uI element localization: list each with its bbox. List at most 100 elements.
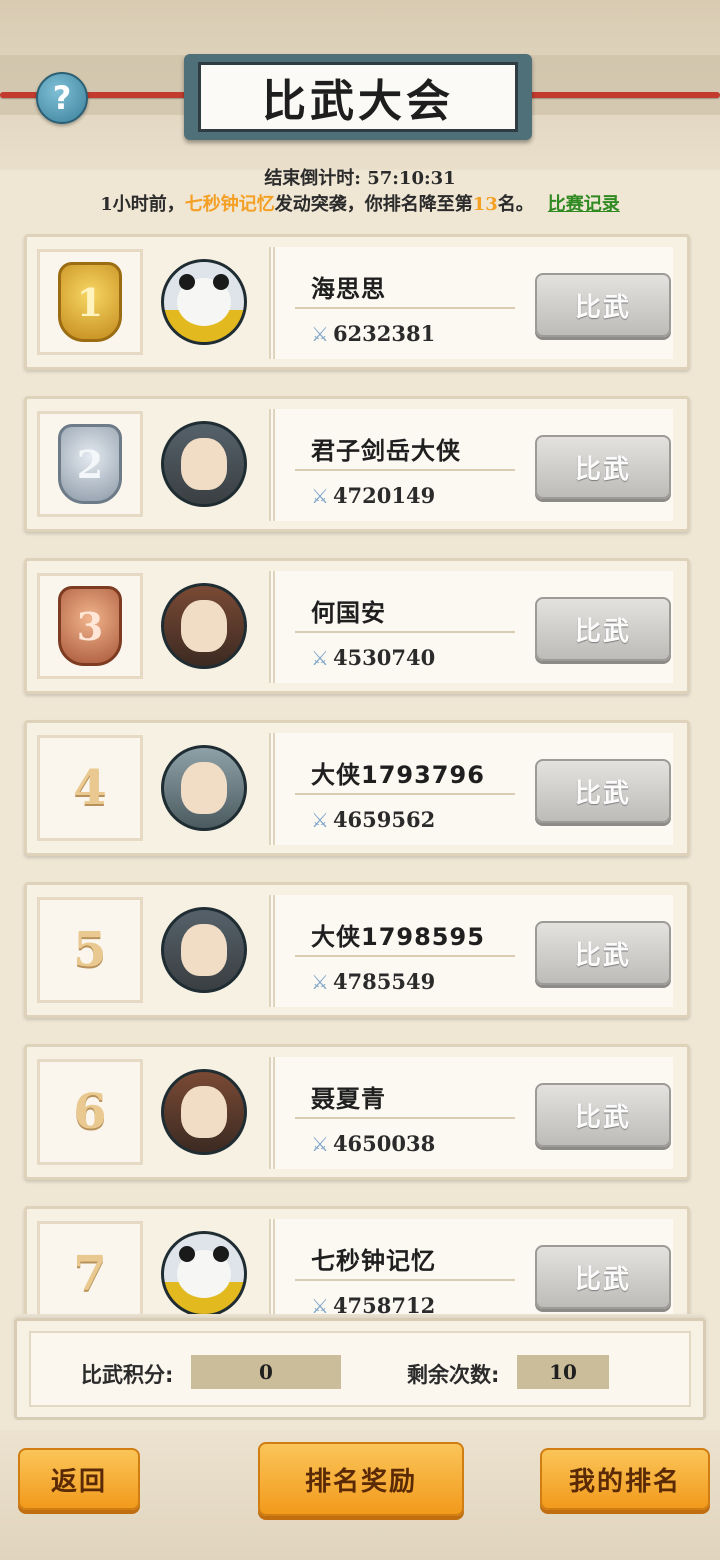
- player-info-panel: 海思思 ⚔ 6232381 比武: [269, 247, 673, 359]
- my-rank-button[interactable]: 我的排名: [540, 1448, 710, 1510]
- match-record-link[interactable]: 比赛记录: [548, 194, 620, 215]
- crossed-swords-icon: ⚔: [311, 807, 329, 832]
- crossed-swords-icon: ⚔: [311, 321, 329, 346]
- avatar[interactable]: [161, 1069, 247, 1155]
- combat-power-value: 4720149: [332, 483, 436, 508]
- combat-power-value: 4650038: [332, 1131, 436, 1156]
- notice-attacker: 七秒钟记忆: [184, 194, 275, 215]
- crossed-swords-icon: ⚔: [311, 645, 329, 670]
- duel-button[interactable]: 比武: [535, 435, 671, 499]
- rank-number: 7: [73, 1246, 107, 1302]
- player-card: 2 君子剑岳大侠 ⚔ 4720149 比武: [24, 396, 690, 532]
- combat-power: ⚔ 4650038: [311, 1131, 435, 1156]
- combat-power-value: 4758712: [332, 1293, 436, 1314]
- player-name: 七秒钟记忆: [311, 1247, 436, 1275]
- panda-portrait-icon: [177, 1246, 231, 1298]
- rank-badge: 3: [37, 573, 143, 679]
- scholar-portrait-icon: [181, 438, 227, 490]
- player-name: 何国安: [311, 599, 386, 627]
- rank-badge: 7: [37, 1221, 143, 1314]
- duel-button[interactable]: 比武: [535, 1083, 671, 1147]
- combat-power: ⚔ 6232381: [311, 321, 435, 346]
- player-info-panel: 大侠1793796 ⚔ 4659562 比武: [269, 733, 673, 845]
- scholar-portrait-icon: [181, 924, 227, 976]
- crossed-swords-icon: ⚔: [311, 969, 329, 994]
- countdown-text: 结束倒计时: 57:10:31: [264, 168, 456, 189]
- combat-power-value: 6232381: [332, 321, 436, 346]
- player-info-panel: 大侠1798595 ⚔ 4785549 比武: [269, 895, 673, 1007]
- ranking-list[interactable]: 1 海思思 ⚔ 6232381 比武 2 君子剑岳大侠 ⚔ 4720149 比武 3 何国安 ⚔ 4530…: [0, 232, 720, 1314]
- duel-button[interactable]: 比武: [535, 273, 671, 337]
- combat-power: ⚔ 4758712: [311, 1293, 435, 1314]
- duel-button[interactable]: 比武: [535, 921, 671, 985]
- panda-ear-icon: [213, 274, 229, 290]
- combat-power: ⚔ 4785549: [311, 969, 435, 994]
- avatar[interactable]: [161, 259, 247, 345]
- gold-medal-icon: 1: [58, 262, 122, 342]
- remaining-label: 剩余次数:: [407, 1363, 500, 1387]
- rope-left: [0, 92, 200, 98]
- help-button[interactable]: ?: [36, 72, 88, 124]
- combat-power: ⚔ 4530740: [311, 645, 435, 670]
- rank-number: 6: [73, 1084, 107, 1140]
- title-plate: 比武大会: [184, 54, 532, 140]
- combat-power-value: 4785549: [332, 969, 436, 994]
- rank-badge: 5: [37, 897, 143, 1003]
- panda-ear-icon: [179, 1246, 195, 1262]
- stats-bar: 比武积分: 0 剩余次数: 10: [14, 1318, 706, 1420]
- combat-power-value: 4530740: [332, 645, 436, 670]
- avatar[interactable]: [161, 583, 247, 669]
- divider: [295, 307, 515, 309]
- player-name: 大侠1793796: [311, 761, 485, 789]
- player-info-panel: 何国安 ⚔ 4530740 比武: [269, 571, 673, 683]
- youth-portrait-icon: [181, 762, 227, 814]
- divider: [295, 955, 515, 957]
- warrior-portrait-icon: [181, 600, 227, 652]
- notice-rank: 13: [472, 194, 498, 215]
- stats-inner: 比武积分: 0 剩余次数: 10: [29, 1331, 691, 1407]
- bronze-medal-icon: 3: [58, 586, 122, 666]
- player-name: 君子剑岳大侠: [311, 437, 461, 465]
- silver-medal-icon: 2: [58, 424, 122, 504]
- duel-button[interactable]: 比武: [535, 597, 671, 661]
- rank-badge: 4: [37, 735, 143, 841]
- rank-rewards-button[interactable]: 排名奖励: [258, 1442, 464, 1516]
- combat-power-value: 4659562: [332, 807, 436, 832]
- divider: [295, 793, 515, 795]
- notice-suffix: 名。: [497, 194, 534, 215]
- player-info-panel: 七秒钟记忆 ⚔ 4758712 比武: [269, 1219, 673, 1314]
- duel-button[interactable]: 比武: [535, 759, 671, 823]
- crossed-swords-icon: ⚔: [311, 1293, 329, 1315]
- page-title: 比武大会: [198, 62, 518, 132]
- player-name: 海思思: [311, 275, 386, 303]
- avatar[interactable]: [161, 1231, 247, 1314]
- notice-prefix: 1小时前，: [100, 194, 185, 215]
- back-button[interactable]: 返回: [18, 1448, 140, 1510]
- divider: [295, 631, 515, 633]
- score-value: 0: [191, 1355, 341, 1389]
- divider: [295, 1279, 515, 1281]
- avatar[interactable]: [161, 907, 247, 993]
- rank-number: 5: [73, 922, 107, 978]
- duel-button[interactable]: 比武: [535, 1245, 671, 1309]
- player-info-panel: 聂夏青 ⚔ 4650038 比武: [269, 1057, 673, 1169]
- player-info-panel: 君子剑岳大侠 ⚔ 4720149 比武: [269, 409, 673, 521]
- notice-text: 1小时前，七秒钟记忆发动突袭，你排名降至第13名。 比赛记录: [0, 190, 720, 216]
- score-label: 比武积分:: [81, 1363, 174, 1387]
- panda-portrait-icon: [177, 274, 231, 326]
- panda-ear-icon: [179, 274, 195, 290]
- combat-power: ⚔ 4659562: [311, 807, 435, 832]
- panda-ear-icon: [213, 1246, 229, 1262]
- notice-middle: 发动突袭，你排名降至第: [274, 194, 473, 215]
- player-card: 1 海思思 ⚔ 6232381 比武: [24, 234, 690, 370]
- divider: [295, 469, 515, 471]
- player-name: 聂夏青: [311, 1085, 386, 1113]
- avatar[interactable]: [161, 745, 247, 831]
- crossed-swords-icon: ⚔: [311, 1131, 329, 1156]
- player-name: 大侠1798595: [311, 923, 485, 951]
- warrior-portrait-icon: [181, 1086, 227, 1138]
- player-card: 3 何国安 ⚔ 4530740 比武: [24, 558, 690, 694]
- player-card: 5 大侠1798595 ⚔ 4785549 比武: [24, 882, 690, 1018]
- combat-power: ⚔ 4720149: [311, 483, 435, 508]
- avatar[interactable]: [161, 421, 247, 507]
